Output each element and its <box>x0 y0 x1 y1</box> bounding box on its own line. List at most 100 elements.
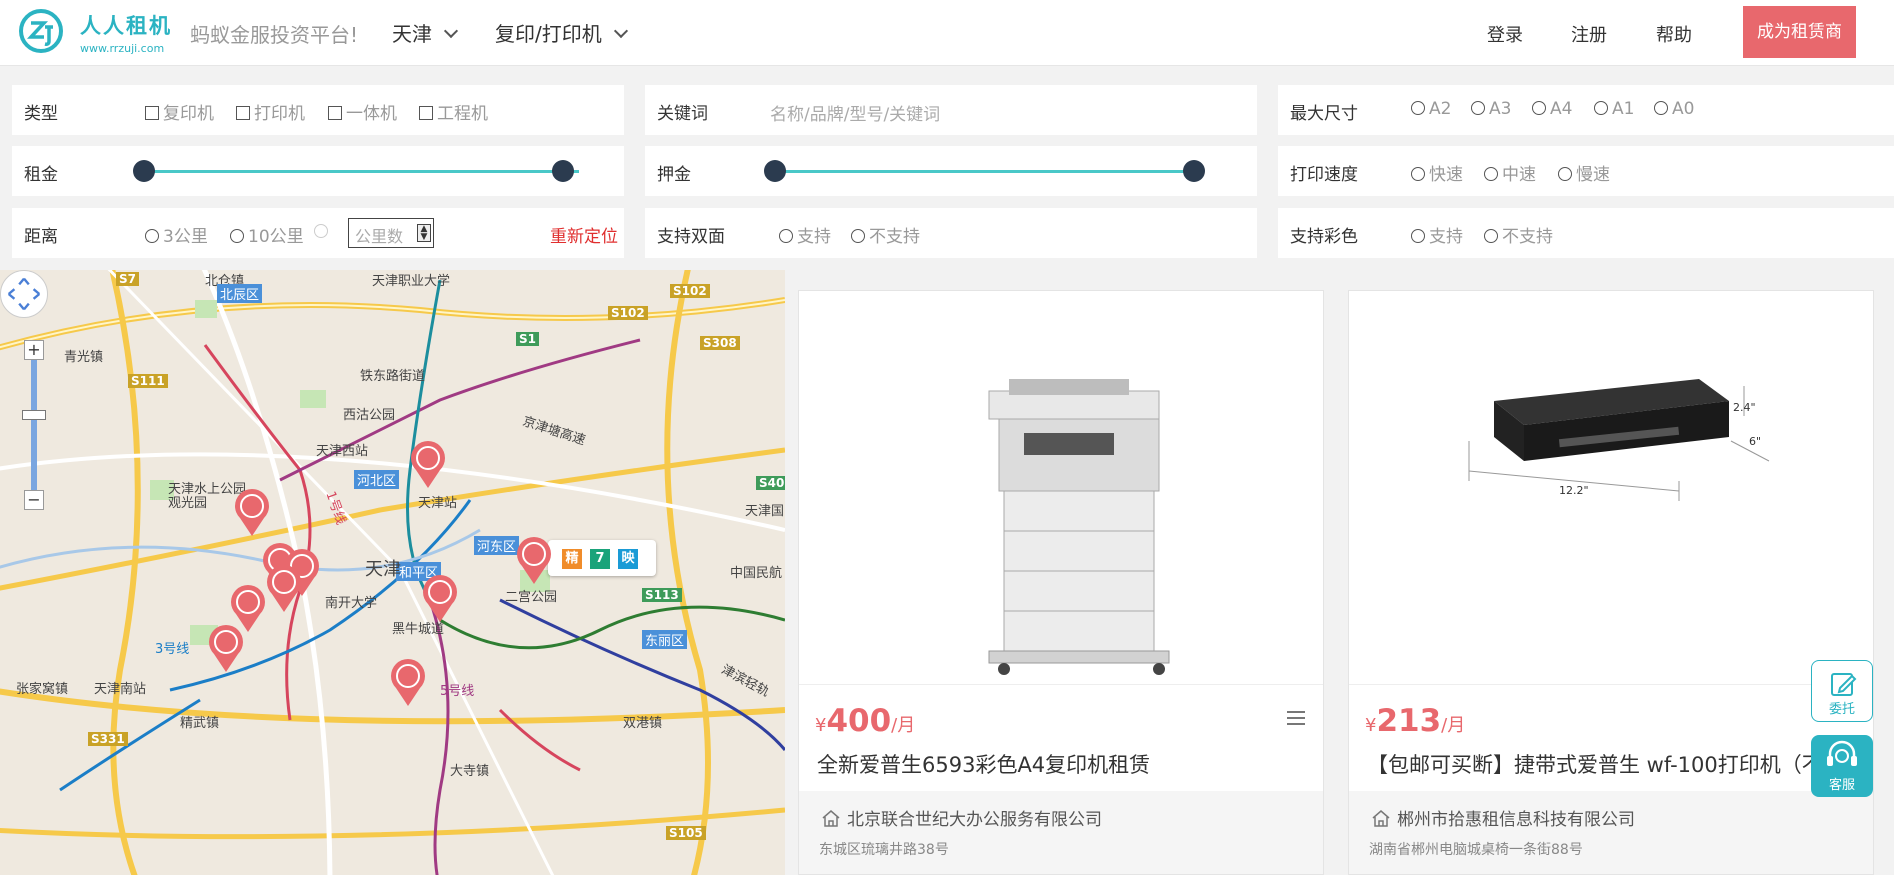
radio-icon <box>1532 101 1546 115</box>
map-view[interactable]: 北仓镇 北辰区 天津职业大学 青光镇 铁东路街道 西沽公园 天津西站 河北区 天… <box>0 270 785 875</box>
map-pin-icon[interactable] <box>388 656 428 708</box>
distance-option-10km[interactable]: 10公里 <box>230 222 304 247</box>
map-pin-icon[interactable] <box>514 534 554 586</box>
filter-color-label: 支持彩色 <box>1290 227 1358 247</box>
page: 人人租机 www.rrzuji.com 蚂蚁金服投资平台! 天津 复印/打印机 … <box>0 0 1894 875</box>
relocate-link[interactable]: 重新定位 <box>550 222 618 247</box>
product-title[interactable]: 全新爱普生6593彩色A4复印机租赁 <box>817 749 1150 779</box>
product-image[interactable] <box>799 291 1323 685</box>
distance-option-custom[interactable] <box>314 222 332 242</box>
checkbox-icon <box>236 106 250 120</box>
map-pin-icon[interactable] <box>408 438 448 490</box>
duplex-option-no[interactable]: 不支持 <box>851 222 920 247</box>
map-label: 精武镇 <box>180 716 220 731</box>
logo-icon[interactable] <box>18 8 64 54</box>
filter-type-label: 类型 <box>24 104 58 124</box>
filter-size-label: 最大尺寸 <box>1290 104 1358 124</box>
map-pin-icon[interactable] <box>264 562 304 614</box>
brand[interactable]: 人人租机 www.rrzuji.com <box>80 10 172 55</box>
keyword-input[interactable]: 名称/品牌/型号/关键词 <box>770 100 940 125</box>
radio-icon <box>145 229 159 243</box>
price-amount: 213 <box>1376 703 1442 739</box>
option-label: 支持 <box>797 227 831 247</box>
option-label: 不支持 <box>1502 227 1553 247</box>
rent-slider-track[interactable] <box>154 170 579 173</box>
map-label: 天津西站 <box>316 444 369 459</box>
km-number-input[interactable]: 公里数 ▲ ▼ <box>348 218 434 248</box>
product-card[interactable]: ¥400/月 全新爱普生6593彩色A4复印机租赁 北京联合世纪大办公服务有限公… <box>798 290 1324 875</box>
copier-image <box>988 379 1170 675</box>
zoom-handle[interactable] <box>22 410 46 420</box>
option-label: 中速 <box>1502 165 1536 185</box>
deposit-slider-max-handle[interactable] <box>1183 160 1205 182</box>
size-option-a3[interactable]: A3 <box>1471 99 1511 119</box>
speed-option-fast[interactable]: 快速 <box>1411 160 1463 185</box>
size-option-a0[interactable]: A0 <box>1654 99 1694 119</box>
map-label: 南开大学 <box>325 596 378 611</box>
city-dropdown[interactable]: 天津 <box>392 18 459 47</box>
dim-width: 12.2" <box>1559 484 1589 497</box>
map-pin-icon[interactable] <box>232 486 272 538</box>
popup-tag: 7 <box>590 549 610 569</box>
duplex-option-yes[interactable]: 支持 <box>779 222 831 247</box>
seller-name[interactable]: 郴州市拾惠租信息科技有限公司 <box>1371 805 1635 830</box>
radio-icon <box>314 224 328 238</box>
color-option-no[interactable]: 不支持 <box>1484 222 1553 247</box>
map-pin-icon[interactable] <box>206 622 246 674</box>
category-dropdown[interactable]: 复印/打印机 <box>495 18 628 47</box>
seller-info: 北京联合世纪大办公服务有限公司 东城区琉璃井路38号 <box>799 791 1323 874</box>
speed-option-slow[interactable]: 慢速 <box>1558 160 1610 185</box>
entrust-button[interactable]: 委托 <box>1811 660 1873 722</box>
metro-line-label: 3号线 <box>155 642 190 657</box>
filter-duplex: 支持双面 支持 不支持 <box>645 208 1257 258</box>
map-label: 大寺镇 <box>450 764 490 779</box>
map-pan-control[interactable] <box>0 270 48 318</box>
road-sign: S308 <box>700 336 740 350</box>
speed-option-medium[interactable]: 中速 <box>1484 160 1536 185</box>
size-option-a4[interactable]: A4 <box>1532 99 1572 119</box>
dim-height: 2.4" <box>1733 401 1756 414</box>
type-option-copier[interactable]: 复印机 <box>145 99 214 124</box>
filter-distance-label: 距离 <box>24 227 58 247</box>
option-label: A3 <box>1489 99 1512 119</box>
filter-deposit: 押金 <box>645 146 1257 196</box>
radio-icon <box>779 229 793 243</box>
product-card[interactable]: 2.4" 6" 12.2" ¥213/月 【包邮可买断】捷带式爱普生 wf-10… <box>1348 290 1874 875</box>
size-option-a2[interactable]: A2 <box>1411 99 1451 119</box>
map-label: 二宫公园 <box>505 590 558 605</box>
seller-name[interactable]: 北京联合世纪大办公服务有限公司 <box>821 805 1102 830</box>
product-title[interactable]: 【包邮可买断】捷带式爱普生 wf-100打印机（不 <box>1367 749 1823 779</box>
filter-max-size: 最大尺寸 A2 A3 A4 A1 A0 <box>1278 85 1894 135</box>
option-label: A2 <box>1429 99 1452 119</box>
city-label: 天津 <box>392 22 432 46</box>
map-label: 中国民航 <box>730 566 783 581</box>
zoom-track[interactable] <box>31 360 37 490</box>
distance-option-3km[interactable]: 3公里 <box>145 222 208 247</box>
option-label: A1 <box>1612 99 1635 119</box>
menu-icon[interactable] <box>1287 711 1305 727</box>
deposit-slider-min-handle[interactable] <box>764 160 786 182</box>
road-sign: S113 <box>642 588 682 602</box>
product-image[interactable]: 2.4" 6" 12.2" <box>1349 291 1873 685</box>
zoom-in-button[interactable]: + <box>24 340 44 360</box>
deposit-slider-track[interactable] <box>775 170 1200 173</box>
filter-color: 支持彩色 支持 不支持 <box>1278 208 1894 258</box>
become-vendor-button[interactable]: 成为租赁商 <box>1743 6 1856 58</box>
spinner-icon[interactable]: ▲ ▼ <box>417 224 431 242</box>
size-option-a1[interactable]: A1 <box>1594 99 1634 119</box>
checkbox-icon <box>145 106 159 120</box>
type-option-allinone[interactable]: 一体机 <box>328 99 397 124</box>
customer-service-button[interactable]: 客服 <box>1811 735 1873 797</box>
radio-icon <box>1411 167 1425 181</box>
rent-slider-min-handle[interactable] <box>133 160 155 182</box>
map-pin-icon[interactable] <box>420 572 460 624</box>
login-link[interactable]: 登录 <box>1487 21 1523 47</box>
type-option-engineering[interactable]: 工程机 <box>419 99 488 124</box>
help-link[interactable]: 帮助 <box>1656 21 1692 47</box>
register-link[interactable]: 注册 <box>1571 21 1607 47</box>
option-label: 复印机 <box>163 104 214 124</box>
type-option-printer[interactable]: 打印机 <box>236 99 305 124</box>
rent-slider-max-handle[interactable] <box>552 160 574 182</box>
zoom-out-button[interactable]: − <box>24 490 44 510</box>
color-option-yes[interactable]: 支持 <box>1411 222 1463 247</box>
